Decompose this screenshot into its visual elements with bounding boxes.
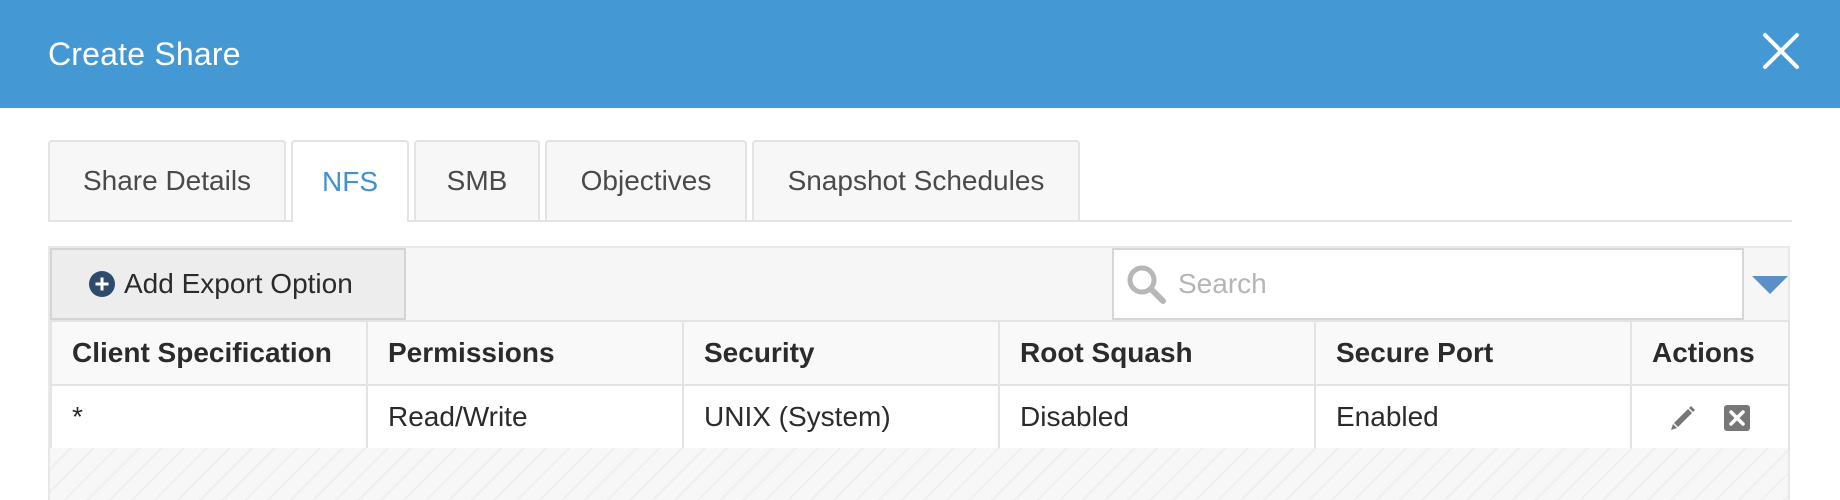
close-icon [1763,33,1799,69]
grid-empty-area [50,448,1788,500]
cell-root-squash: Disabled [998,384,1316,450]
tab-smb[interactable]: SMB [414,140,540,220]
dialog-title: Create Share [48,35,241,72]
export-options-grid: Add Export Option Client Specification [48,246,1790,500]
cell-secure-port: Enabled [1314,384,1632,450]
delete-icon [1723,405,1750,432]
table-row[interactable]: * Read/Write UNIX (System) Disabled Enab… [50,384,1790,450]
tab-snapshot-schedules[interactable]: Snapshot Schedules [752,140,1080,220]
triangle-down-icon [1752,276,1788,294]
search-icon [1124,262,1168,306]
column-header-permissions[interactable]: Permissions [366,320,684,386]
cell-actions [1630,384,1790,450]
tab-share-details[interactable]: Share Details [48,140,286,220]
delete-button[interactable] [1722,403,1752,433]
column-header-secure-port[interactable]: Secure Port [1314,320,1632,386]
edit-icon [1671,406,1696,431]
column-header-root-squash[interactable]: Root Squash [998,320,1316,386]
tab-objectives[interactable]: Objectives [545,140,747,220]
plus-circle-icon [88,270,116,298]
export-options-table: Client Specification Permissions Securit… [50,320,1790,450]
cell-permissions: Read/Write [366,384,684,450]
tab-bar: Share Details NFS SMB Objectives Snapsho… [48,140,1792,222]
column-header-security[interactable]: Security [682,320,1000,386]
search-box[interactable] [1112,248,1744,320]
column-header-client-specification[interactable]: Client Specification [50,320,368,386]
table-header-row: Client Specification Permissions Securit… [50,320,1790,386]
filter-toggle-button[interactable] [1750,268,1790,300]
tab-nfs[interactable]: NFS [291,140,409,222]
dialog-header: Create Share [0,0,1840,108]
search-input[interactable] [1178,268,1718,300]
column-header-actions: Actions [1630,320,1790,386]
cell-client-specification: * [50,384,368,450]
close-button[interactable] [1760,30,1802,72]
grid-toolbar: Add Export Option [50,248,1788,320]
add-export-option-button[interactable]: Add Export Option [50,248,406,320]
add-export-option-label: Add Export Option [124,268,353,299]
cell-security: UNIX (System) [682,384,1000,450]
edit-button[interactable] [1668,403,1698,433]
